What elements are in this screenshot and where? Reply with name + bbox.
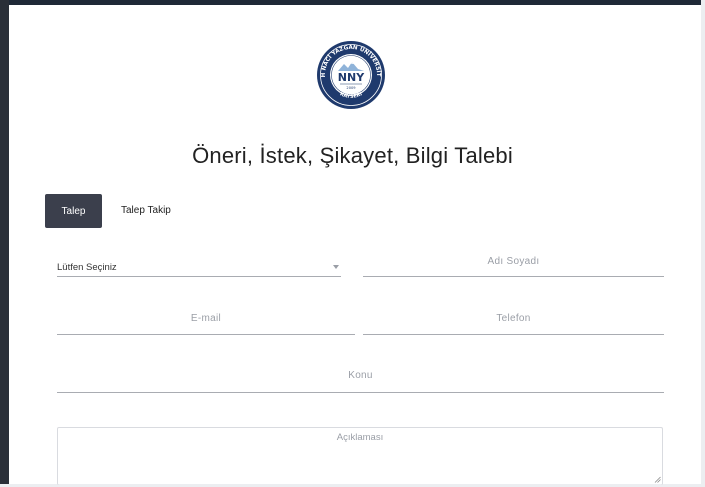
phone-placeholder: Telefon: [496, 313, 531, 324]
page-title: Öneri, İstek, Şikayet, Bilgi Talebi: [192, 143, 513, 168]
university-logo: NUH NACİ YAZGAN ÜNİVERSİTESİ KAYSERİ NNY…: [316, 40, 385, 109]
svg-text:NNY: NNY: [338, 71, 365, 84]
top-frame-bar: [0, 0, 705, 5]
subject-field[interactable]: Konu: [57, 370, 664, 393]
request-type-value: Lütfen Seçiniz: [57, 262, 117, 273]
name-field[interactable]: Adı Soyadı: [363, 256, 664, 277]
description-placeholder: Açıklaması: [336, 432, 384, 443]
svg-text:2009: 2009: [346, 86, 356, 90]
tab-talep[interactable]: Talep: [45, 194, 102, 228]
resize-grip-icon[interactable]: [654, 476, 661, 483]
tab-talep-takip-label: Talep Takip: [121, 205, 171, 216]
email-placeholder: E-mail: [190, 313, 222, 324]
request-type-select[interactable]: Lütfen Seçiniz: [57, 262, 341, 277]
caret-down-icon: [333, 265, 339, 269]
right-scroll-edge: [701, 0, 705, 487]
tab-talep-label: Talep: [61, 205, 86, 217]
phone-field[interactable]: Telefon: [363, 313, 664, 335]
name-placeholder: Adı Soyadı: [487, 256, 540, 267]
tab-talep-takip[interactable]: Talep Takip: [121, 205, 171, 216]
description-textarea[interactable]: Açıklaması: [57, 427, 663, 485]
subject-placeholder: Konu: [348, 370, 373, 381]
email-field[interactable]: E-mail: [57, 313, 355, 335]
left-frame-bar: [0, 0, 9, 487]
